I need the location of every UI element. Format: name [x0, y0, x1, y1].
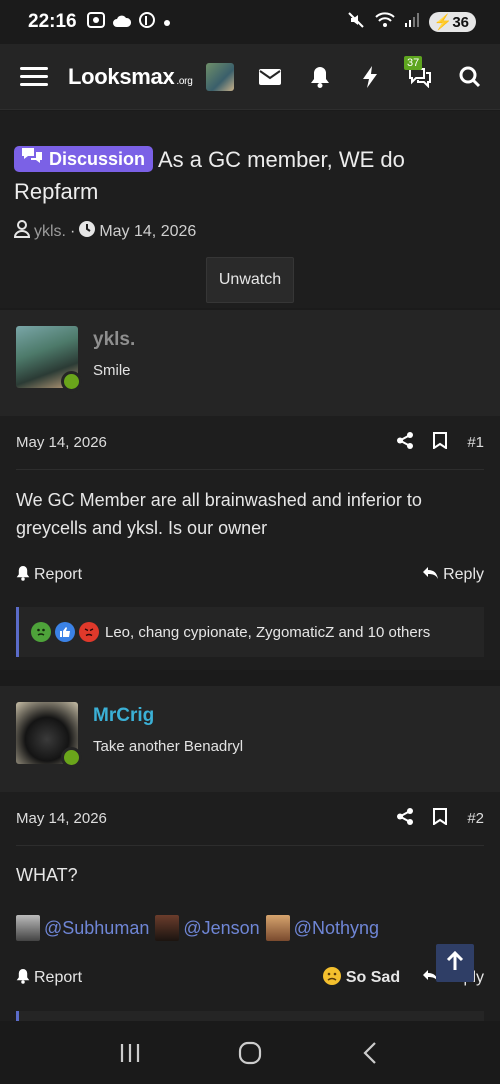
menu-icon[interactable] [20, 67, 48, 86]
bookmark-icon[interactable] [433, 808, 448, 829]
mention-link[interactable]: @Nothyng [265, 915, 379, 941]
mention-avatar [16, 915, 40, 941]
thread-title: Discussion As a GC member, WE do Repfarm [14, 144, 486, 208]
mentions-line: @Subhuman @Jenson @Nothyng [16, 915, 484, 941]
user-avatar[interactable] [206, 62, 235, 91]
mention-avatar [155, 915, 180, 941]
user-icon [13, 220, 31, 243]
back-icon[interactable] [350, 1033, 390, 1073]
angry-emoji-icon [79, 622, 99, 642]
battery-indicator: ⚡36 [428, 12, 476, 32]
reply-icon [422, 566, 439, 585]
mention-avatar [265, 915, 290, 941]
online-indicator [61, 371, 82, 392]
discussion-prefix-badge[interactable]: Discussion [14, 146, 154, 172]
report-button[interactable]: Report [16, 968, 82, 989]
share-icon[interactable] [397, 808, 414, 829]
battery-level: 36 [452, 14, 469, 31]
scroll-top-button[interactable] [436, 944, 474, 982]
post-meta: May 14, 2026 #1 [16, 416, 484, 470]
conversations-icon[interactable]: 37 [404, 55, 432, 89]
screenshot-icon [86, 12, 105, 32]
clock-icon [79, 221, 96, 242]
report-label: Report [34, 566, 83, 583]
reaction-label: So Sad [345, 969, 401, 986]
lightning-icon[interactable] [358, 65, 382, 89]
share-icon[interactable] [397, 432, 414, 453]
mention-label: @Jenson [183, 917, 260, 938]
logo-text: Looksmax [68, 63, 175, 89]
separator: · [70, 222, 76, 240]
prefix-label: Discussion [49, 149, 146, 169]
reactions-summary[interactable]: Leo, chang cypionate, ZygomaticZ and 10 … [105, 624, 430, 641]
mention-link[interactable]: @Jenson [155, 915, 260, 941]
post-1-body: May 14, 2026 #1 We GC Member are all bra… [0, 416, 500, 670]
logo-suffix: .org [176, 75, 193, 87]
thread-date[interactable]: May 14, 2026 [99, 223, 196, 241]
post-actions: Report So Sad Reply [16, 963, 484, 993]
arrow-up-icon [446, 950, 464, 976]
post-2-user-block: MrCrig Take another Benadryl [0, 686, 500, 792]
envelope-icon[interactable] [258, 65, 282, 89]
online-indicator [61, 747, 82, 768]
user-title: Take another Benadryl [93, 738, 244, 755]
thread-meta: ykls. · May 14, 2026 [13, 220, 486, 243]
post-date[interactable]: May 14, 2026 [16, 810, 107, 827]
post-username[interactable]: ykls. [93, 329, 135, 351]
post-text: We GC Member are all brainwashed and inf… [16, 490, 422, 538]
home-icon[interactable] [230, 1033, 270, 1073]
report-button[interactable]: Report [16, 565, 82, 586]
reply-label: Reply [443, 566, 484, 583]
bell-icon [16, 968, 30, 989]
post-text: WHAT? [16, 865, 78, 885]
recent-apps-icon[interactable] [110, 1033, 150, 1073]
signal-icon [404, 13, 419, 31]
conversations-badge: 37 [404, 55, 423, 70]
dot-icon [163, 14, 171, 31]
site-header: Looksmax .org 37 [0, 44, 500, 110]
sad-emoji-icon [322, 966, 342, 991]
mute-icon [347, 11, 365, 33]
user-title: Smile [93, 362, 131, 379]
post-actions: Report Reply [16, 560, 484, 590]
thread-author[interactable]: ykls. [34, 223, 66, 241]
pinterest-icon [138, 12, 155, 32]
thread-header: Discussion As a GC member, WE do Repfarm… [0, 111, 500, 308]
post-username[interactable]: MrCrig [93, 705, 243, 727]
site-logo[interactable]: Looksmax .org [68, 63, 193, 90]
sick-emoji-icon [31, 622, 51, 642]
so-sad-reaction-button[interactable]: So Sad [322, 966, 400, 991]
reactions-bar[interactable]: Leo, chang cypionate, ZygomaticZ and 10 … [16, 607, 484, 657]
search-icon[interactable] [458, 65, 482, 89]
cloud-icon [112, 14, 131, 31]
post-number[interactable]: #2 [467, 810, 484, 827]
post-2-body: May 14, 2026 #2 WHAT? @Subhuman @Jenson … [0, 792, 500, 1031]
unwatch-button[interactable]: Unwatch [205, 257, 295, 303]
status-bar: 22:16 ⚡36 [0, 0, 500, 44]
mention-label: @Nothyng [293, 917, 379, 938]
post-meta: May 14, 2026 #2 [16, 792, 484, 846]
bookmark-icon[interactable] [433, 432, 448, 453]
reply-button[interactable]: Reply [422, 566, 484, 585]
thumbs-up-icon [55, 622, 75, 642]
comments-icon [21, 146, 43, 172]
status-time: 22:16 [28, 11, 77, 32]
mention-label: @Subhuman [44, 917, 150, 938]
mention-link[interactable]: @Subhuman [16, 915, 149, 941]
report-label: Report [34, 969, 83, 986]
wifi-icon [374, 12, 395, 32]
bell-icon[interactable] [308, 65, 332, 89]
post-date[interactable]: May 14, 2026 [16, 434, 107, 451]
bell-icon [16, 565, 30, 586]
system-navigation-bar [0, 1021, 500, 1084]
post-number[interactable]: #1 [467, 434, 484, 451]
post-1-user-block: ykls. Smile [0, 310, 500, 416]
